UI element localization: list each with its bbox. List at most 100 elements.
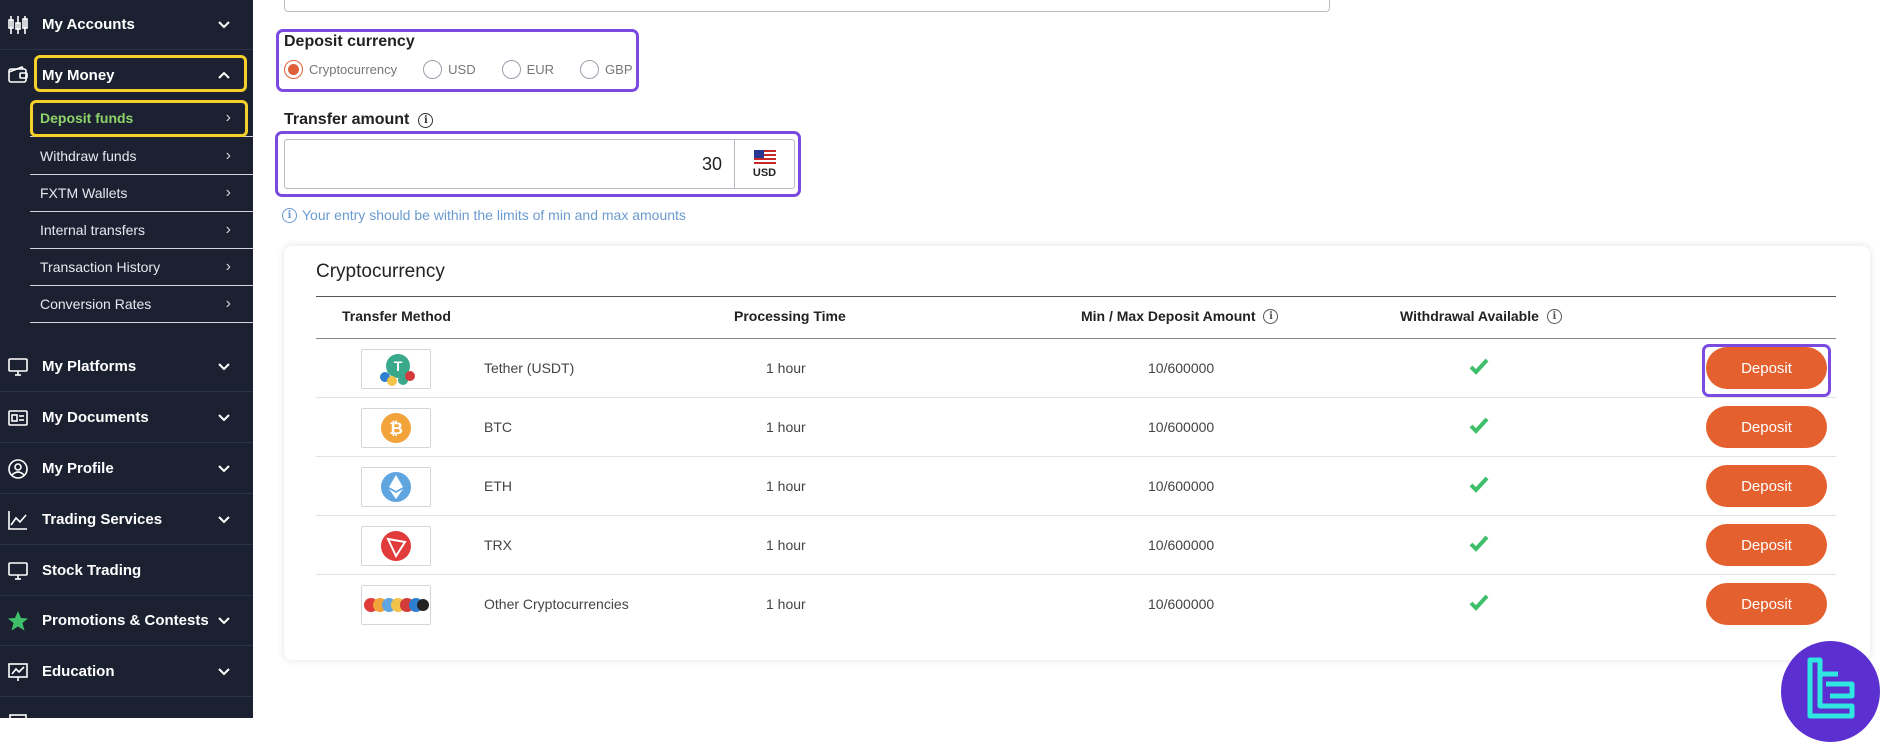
header-withdrawal-available: Withdrawal Available i (1400, 308, 1562, 324)
chevron-down-icon (218, 616, 230, 624)
deposit-button-eth[interactable]: Deposit (1706, 465, 1827, 507)
nav-label: My Accounts (42, 16, 135, 33)
header-processing-time: Processing Time (734, 308, 846, 324)
nav-label: Stock Trading (42, 562, 142, 579)
nav-item-partial[interactable] (0, 698, 253, 718)
min-max-amount: 10/600000 (1148, 596, 1215, 612)
nav-label: My Profile (42, 460, 114, 477)
sub-item-label: Conversion Rates (40, 296, 152, 312)
line-chart-icon (6, 508, 30, 532)
info-icon[interactable]: i (1263, 308, 1279, 324)
sub-item-withdraw-funds[interactable]: Withdraw funds › (30, 138, 253, 175)
info-icon[interactable]: i (418, 112, 434, 128)
radio-label: EUR (526, 62, 555, 77)
us-flag-icon (753, 149, 776, 164)
header-label: Processing Time (734, 308, 846, 324)
sub-item-internal-transfers[interactable]: Internal transfers › (30, 212, 253, 249)
radio-label: GBP (605, 62, 633, 77)
nav-label: Promotions & Contests (42, 612, 209, 629)
checkmark-icon (1469, 358, 1489, 375)
chevron-down-icon (218, 413, 230, 421)
amount-hint-text: Your entry should be within the limits o… (302, 207, 686, 223)
nav-my-money[interactable]: My Money (0, 50, 253, 100)
header-label: Withdrawal Available (1400, 308, 1539, 324)
nav-my-accounts[interactable]: My Accounts (0, 0, 253, 50)
checkmark-icon (1469, 535, 1489, 552)
sub-item-label: FXTM Wallets (40, 185, 128, 201)
deposit-button-btc[interactable]: Deposit (1706, 406, 1827, 448)
nav-label: My Documents (42, 409, 149, 426)
amount-hint: i Your entry should be within the limits… (282, 207, 686, 223)
card-title: Cryptocurrency (316, 261, 445, 282)
transfer-amount-input[interactable] (285, 140, 734, 188)
transfer-amount-field: USD (284, 139, 795, 189)
checkmark-icon (1469, 417, 1489, 434)
chevron-right-icon: › (225, 109, 231, 126)
sub-item-fxtm-wallets[interactable]: FXTM Wallets › (30, 175, 253, 212)
radio-gbp[interactable]: GBP (580, 60, 633, 79)
nav-promotions-contests[interactable]: Promotions & Contests (0, 596, 253, 646)
deposit-button-trx[interactable]: Deposit (1706, 524, 1827, 566)
sidebar: My Accounts My Money Deposit funds › Wit… (0, 0, 253, 718)
svg-text:T: T (394, 358, 403, 374)
nav-trading-services[interactable]: Trading Services (0, 495, 253, 545)
crypto-methods-card: Cryptocurrency Transfer Method Processin… (284, 246, 1870, 660)
nav-label: My Platforms (42, 358, 137, 375)
table-row: T Tether (USDT) 1 hour 10/600000 Deposit (316, 339, 1836, 398)
sub-item-label: Internal transfers (40, 222, 146, 238)
top-input-field[interactable] (284, 0, 1330, 12)
brand-watermark-logo (1781, 641, 1880, 742)
sub-item-label: Transaction History (40, 259, 161, 275)
chevron-up-icon (218, 71, 230, 79)
tether-logo-icon: T (361, 349, 431, 389)
radio-usd[interactable]: USD (423, 60, 476, 79)
method-name: ETH (484, 478, 512, 494)
chevron-down-icon (218, 362, 230, 370)
nav-my-profile[interactable]: My Profile (0, 444, 253, 494)
chevron-down-icon (218, 20, 230, 28)
processing-time: 1 hour (766, 537, 806, 553)
radio-eur[interactable]: EUR (501, 60, 555, 79)
transfer-amount-label: Transfer amount (284, 111, 410, 128)
table-row: Other Cryptocurrencies 1 hour 10/600000 … (316, 575, 1836, 634)
deposit-currency-radio-group: Cryptocurrency USD EUR GBP (284, 60, 659, 79)
currency-indicator: USD (734, 140, 794, 188)
method-name: TRX (484, 537, 512, 553)
radio-cryptocurrency[interactable]: Cryptocurrency (284, 60, 397, 79)
nav-label: My Money (42, 66, 115, 84)
nav-label: Education (42, 663, 115, 680)
table-header-top-border (316, 296, 1836, 297)
chevron-right-icon: › (225, 147, 231, 164)
deposit-button-usdt[interactable]: Deposit (1706, 347, 1827, 389)
sub-item-conversion-rates[interactable]: Conversion Rates › (30, 286, 253, 323)
processing-time: 1 hour (766, 478, 806, 494)
method-name: Tether (USDT) (484, 360, 575, 376)
table-row: ₿ BTC 1 hour 10/600000 Deposit (316, 398, 1836, 457)
sub-item-deposit-funds[interactable]: Deposit funds › (30, 100, 253, 137)
checkmark-icon (1469, 476, 1489, 493)
header-label: Min / Max Deposit Amount (1081, 308, 1256, 324)
nav-label: Trading Services (42, 511, 163, 528)
deposit-button-other[interactable]: Deposit (1706, 583, 1827, 625)
info-icon: i (282, 207, 297, 223)
radio-label: Cryptocurrency (309, 62, 398, 77)
monitor-icon (6, 355, 30, 379)
radio-label: USD (448, 62, 476, 77)
chevron-right-icon: › (225, 258, 231, 275)
nav-stock-trading[interactable]: Stock Trading (0, 546, 253, 596)
nav-my-platforms[interactable]: My Platforms (0, 342, 253, 392)
chevron-down-icon (218, 515, 230, 523)
multi-crypto-logo-icon (361, 585, 431, 625)
candlestick-chart-icon (6, 13, 30, 37)
chevron-down-icon (218, 464, 230, 472)
header-transfer-method: Transfer Method (342, 308, 451, 324)
star-icon (6, 609, 30, 633)
info-icon[interactable]: i (1546, 308, 1562, 324)
sub-item-transaction-history[interactable]: Transaction History › (30, 249, 253, 286)
method-name: Other Cryptocurrencies (484, 596, 629, 612)
nav-my-documents[interactable]: My Documents (0, 393, 253, 443)
radio-circle (284, 60, 303, 79)
min-max-amount: 10/600000 (1148, 419, 1215, 435)
nav-education[interactable]: Education (0, 647, 253, 697)
method-name: BTC (484, 419, 512, 435)
